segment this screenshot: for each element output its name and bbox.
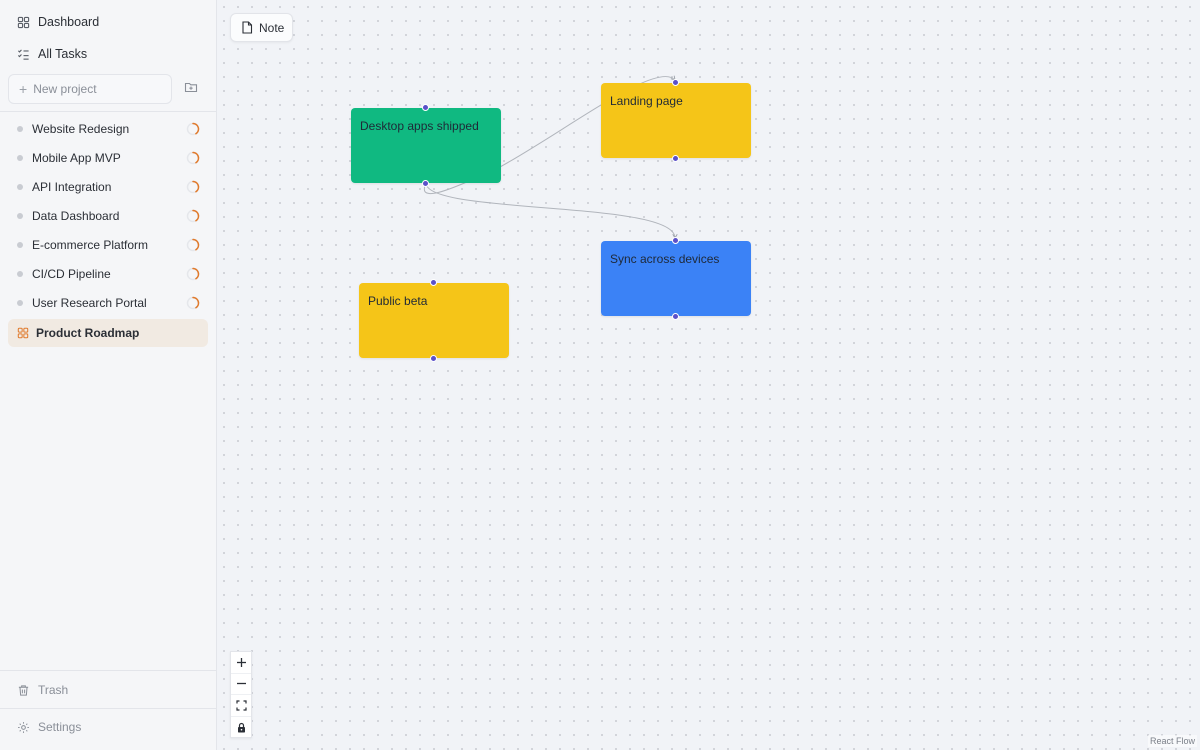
project-item[interactable]: Data Dashboard — [8, 202, 208, 230]
zoom-in-icon — [236, 657, 246, 667]
sidebar-bottom-divider — [0, 708, 216, 709]
progress-spinner-icon — [186, 209, 200, 223]
node-handle-top[interactable] — [672, 237, 679, 244]
flow-canvas[interactable]: Note Desktop apps shipped Landing page S… — [217, 0, 1200, 750]
trash-label: Trash — [38, 683, 69, 697]
progress-spinner-icon — [186, 238, 200, 252]
new-project-row: + New project — [8, 74, 208, 104]
node-handle-bottom[interactable] — [430, 355, 437, 362]
flow-controls — [230, 651, 252, 738]
node-label: Public beta — [368, 294, 428, 308]
node-desktop[interactable]: Desktop apps shipped — [351, 104, 501, 187]
nav-all-tasks[interactable]: All Tasks — [8, 40, 208, 68]
project-label: Data Dashboard — [32, 209, 120, 223]
node-beta[interactable]: Public beta — [359, 279, 509, 362]
project-label: Product Roadmap — [36, 326, 140, 340]
project-dot — [17, 271, 23, 277]
settings-button[interactable]: Settings — [8, 713, 208, 741]
sidebar-bottom-divider — [0, 670, 216, 671]
new-folder-button[interactable] — [174, 74, 208, 104]
node-handle-bottom[interactable] — [672, 313, 679, 320]
grid-icon — [16, 15, 30, 29]
lock-icon — [237, 722, 245, 733]
node-landing[interactable]: Landing page — [601, 79, 751, 162]
node-sync[interactable]: Sync across devices — [601, 237, 751, 320]
project-dot — [17, 184, 23, 190]
nav-all-tasks-label: All Tasks — [38, 47, 88, 61]
note-label: Note — [259, 20, 285, 35]
note-icon — [242, 21, 253, 34]
node-handle-bottom[interactable] — [672, 155, 679, 162]
board-icon — [16, 326, 30, 340]
project-dot — [17, 126, 23, 132]
progress-spinner-icon — [186, 151, 200, 165]
project-item[interactable]: CI/CD Pipeline — [8, 260, 208, 288]
project-dot — [17, 242, 23, 248]
project-label: Website Redesign — [32, 122, 130, 136]
project-label: CI/CD Pipeline — [32, 267, 111, 281]
zoom-in-button[interactable] — [231, 652, 251, 674]
node-handle-top[interactable] — [672, 79, 679, 86]
node-handle-top[interactable] — [430, 279, 437, 286]
project-label: API Integration — [32, 180, 112, 194]
project-item[interactable]: User Research Portal — [8, 289, 208, 317]
progress-spinner-icon — [186, 180, 200, 194]
sidebar: Dashboard All Tasks + New project Websit… — [0, 0, 217, 750]
project-dot — [17, 300, 23, 306]
project-item-active[interactable]: Product Roadmap — [8, 319, 208, 347]
zoom-out-icon — [236, 683, 246, 685]
fit-view-icon — [235, 700, 247, 711]
project-dot — [17, 213, 23, 219]
project-item[interactable]: Website Redesign — [8, 115, 208, 143]
progress-spinner-icon — [186, 296, 200, 310]
lock-button[interactable] — [231, 717, 251, 739]
edge-desktop-sync[interactable] — [425, 182, 678, 239]
nav-dashboard-label: Dashboard — [38, 15, 100, 29]
checklist-icon — [16, 47, 30, 61]
project-item[interactable]: Mobile App MVP — [8, 144, 208, 172]
note-button[interactable]: Note — [230, 13, 293, 42]
progress-spinner-icon — [186, 122, 200, 136]
zoom-out-button[interactable] — [231, 674, 251, 695]
gear-icon — [16, 720, 30, 734]
plus-icon: + — [19, 81, 28, 97]
sidebar-divider — [0, 111, 216, 112]
nav-dashboard[interactable]: Dashboard — [8, 8, 208, 36]
fit-view-button[interactable] — [231, 695, 251, 717]
folder-plus-icon — [184, 80, 198, 99]
node-label: Desktop apps shipped — [360, 119, 479, 133]
node-handle-top[interactable] — [422, 104, 429, 111]
new-project-button[interactable]: + New project — [8, 74, 173, 104]
project-label: User Research Portal — [32, 296, 147, 310]
trash-icon — [16, 683, 30, 697]
trash-button[interactable]: Trash — [8, 676, 208, 704]
react-flow-attribution[interactable]: React Flow — [1147, 735, 1197, 747]
project-label: E-commerce Platform — [32, 238, 149, 252]
node-handle-bottom[interactable] — [422, 180, 429, 187]
settings-label: Settings — [38, 720, 82, 734]
node-label: Landing page — [610, 94, 683, 108]
project-item[interactable]: API Integration — [8, 173, 208, 201]
project-dot — [17, 155, 23, 161]
project-item[interactable]: E-commerce Platform — [8, 231, 208, 259]
node-label: Sync across devices — [610, 252, 720, 266]
progress-spinner-icon — [186, 267, 200, 281]
project-label: Mobile App MVP — [32, 151, 121, 165]
new-project-label: New project — [33, 82, 97, 96]
